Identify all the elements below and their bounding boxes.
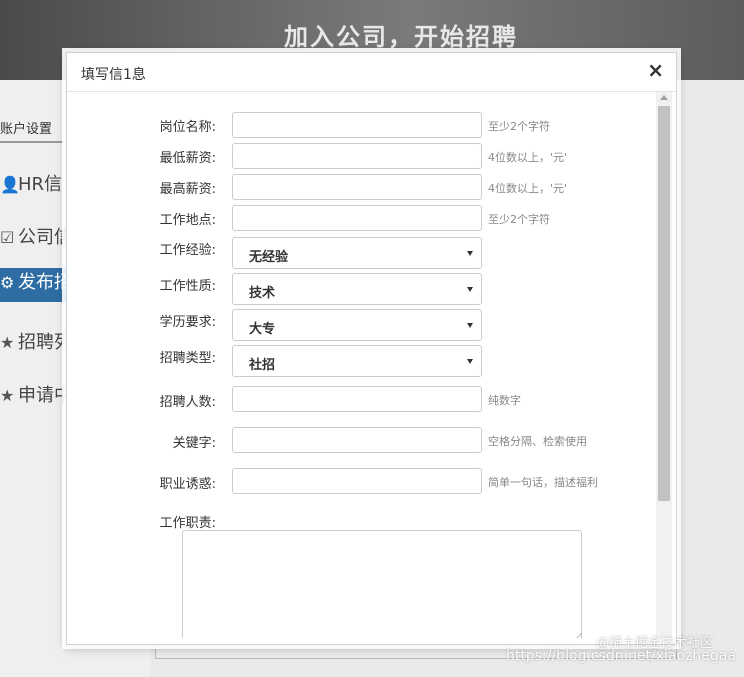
experience-select[interactable]: 无经验	[232, 237, 482, 269]
user-star-icon: ★	[0, 333, 15, 352]
account-settings-tab[interactable]: 账户设置	[0, 118, 52, 137]
scrollbar-thumb[interactable]	[658, 106, 670, 501]
min-salary-label: 最低薪资:	[159, 151, 216, 166]
min-salary-hint: 4位数以上，'元'	[488, 151, 568, 164]
resize-handle-icon[interactable]	[574, 633, 582, 638]
job-nature-label: 工作性质:	[159, 279, 216, 294]
job-nature-select[interactable]: 技术	[232, 273, 482, 305]
modal-scrollbar[interactable]	[656, 92, 672, 638]
duties-textarea[interactable]	[182, 530, 582, 638]
chevron-down-icon	[467, 323, 473, 328]
education-label: 学历要求:	[159, 315, 216, 330]
headcount-input[interactable]	[232, 386, 482, 412]
chevron-down-icon	[467, 359, 473, 364]
headcount-hint: 纯数字	[488, 394, 521, 407]
keywords-label: 关键字:	[172, 436, 216, 451]
keywords-input[interactable]	[232, 427, 482, 453]
keywords-hint: 空格分隔、检索使用	[488, 435, 587, 448]
max-salary-label: 最高薪资:	[159, 182, 216, 197]
recruit-type-select[interactable]: 社招	[232, 345, 482, 377]
chevron-down-icon	[467, 287, 473, 292]
location-label: 工作地点:	[159, 213, 216, 228]
user-icon: 👤	[0, 175, 20, 194]
close-icon[interactable]: ×	[647, 60, 664, 80]
max-salary-hint: 4位数以上，'元'	[488, 182, 568, 195]
sidebar-item-label: 招聘列	[18, 332, 72, 353]
experience-label: 工作经验:	[159, 243, 216, 258]
scroll-up-icon[interactable]	[660, 95, 668, 100]
attraction-label: 职业诱惑:	[159, 477, 216, 492]
min-salary-input[interactable]	[232, 143, 482, 169]
sidebar-item-label: HR信	[18, 174, 63, 195]
attraction-hint: 简单一句话，描述福利	[488, 476, 598, 489]
sidebar-item-label: 公司信	[18, 227, 72, 248]
chevron-down-icon	[467, 251, 473, 256]
experience-value: 无经验	[249, 250, 289, 265]
account-tab-underline	[0, 141, 64, 143]
job-info-modal: 填写信1息 × 岗位名称: 至少2个字符 最低薪资: 4位数以上，'元' 最高薪…	[66, 52, 677, 645]
recruit-type-label: 招聘类型:	[159, 351, 216, 366]
education-select[interactable]: 大专	[232, 309, 482, 341]
star-icon: ★	[0, 386, 15, 405]
watermark-line-2: https://blog.csdn.net/xiaozhegaa	[506, 648, 736, 664]
location-hint: 至少2个字符	[488, 213, 550, 226]
job-nature-value: 技术	[249, 286, 276, 301]
sidebar-item-label: 发布招	[18, 272, 72, 293]
modal-body: 岗位名称: 至少2个字符 最低薪资: 4位数以上，'元' 最高薪资: 4位数以上…	[71, 92, 656, 638]
position-name-hint: 至少2个字符	[488, 120, 550, 133]
location-input[interactable]	[232, 205, 482, 231]
education-value: 大专	[249, 322, 276, 337]
recruit-type-value: 社招	[249, 358, 276, 373]
headcount-label: 招聘人数:	[159, 395, 216, 410]
checklist-icon: ☑	[0, 228, 15, 247]
modal-header: 填写信1息 ×	[67, 53, 676, 92]
position-name-input[interactable]	[232, 112, 482, 138]
modal-title: 填写信1息	[81, 67, 146, 83]
banner-text: 加入公司，开始招聘	[284, 23, 518, 51]
position-name-label: 岗位名称:	[159, 120, 216, 135]
duties-label: 工作职责:	[159, 516, 216, 531]
gear-icon: ⚙	[0, 273, 15, 292]
attraction-input[interactable]	[232, 468, 482, 494]
sidebar-item-label: 申请中	[18, 385, 72, 406]
max-salary-input[interactable]	[232, 174, 482, 200]
